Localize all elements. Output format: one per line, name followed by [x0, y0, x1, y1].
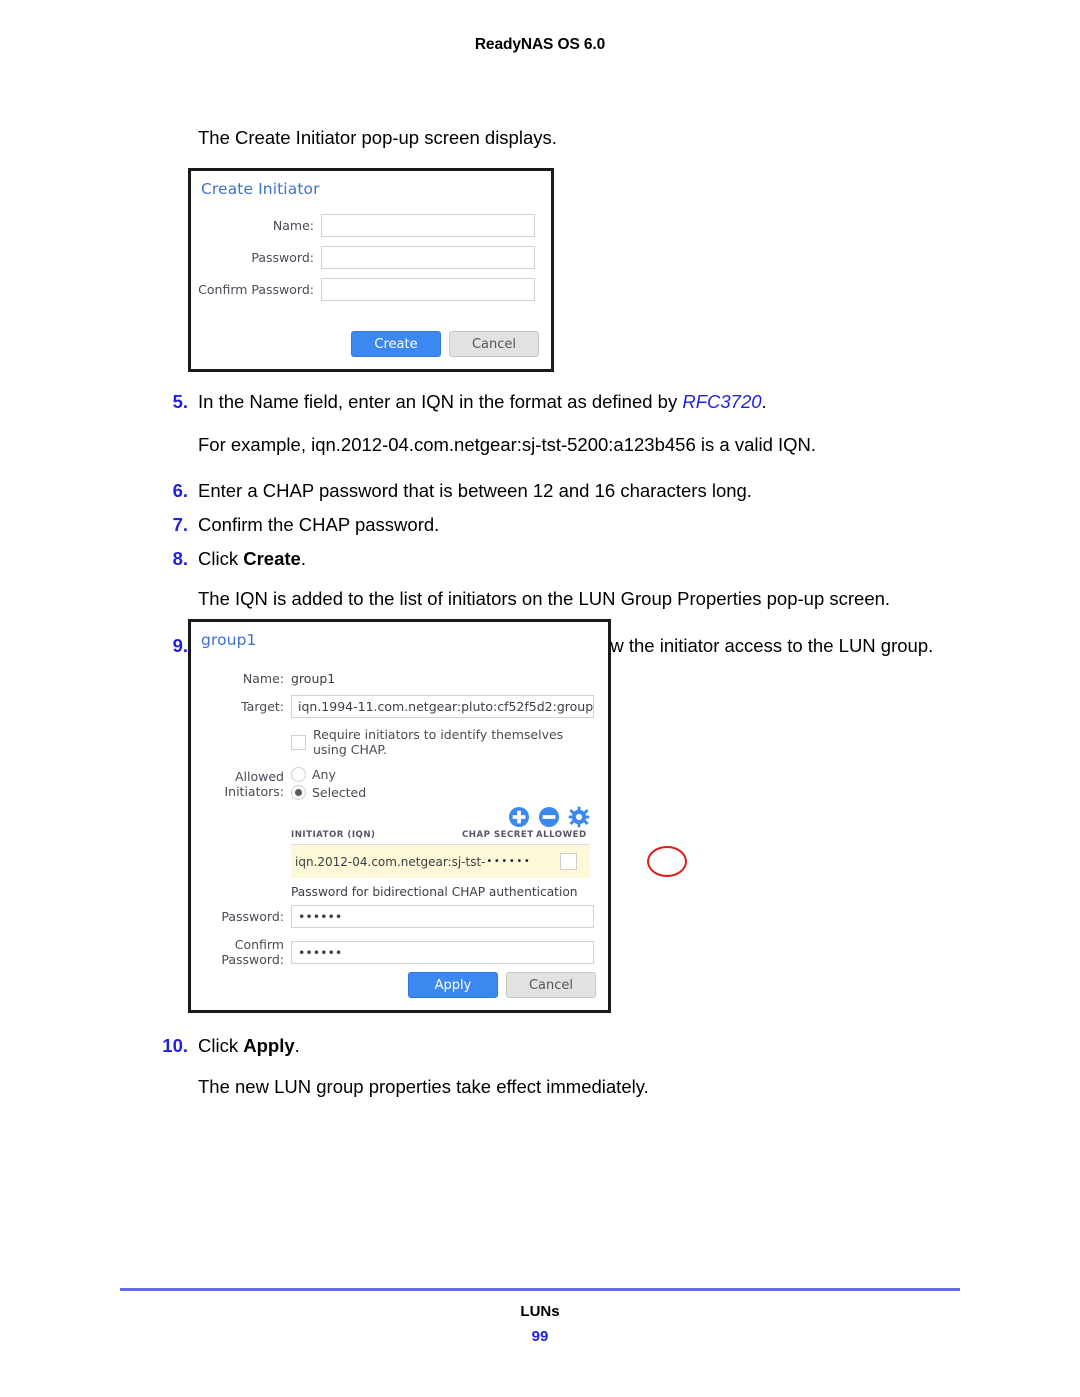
allowed-initiators-label: Allowed Initiators: [224, 768, 284, 799]
column-header-iqn[interactable]: INITIATOR (IQN) [291, 830, 462, 840]
step-6: 6. Enter a CHAP password that is between… [158, 477, 966, 506]
steps-block-lower: 10. Click Apply. The new LUN group prope… [158, 1032, 966, 1107]
column-header-allowed[interactable]: ALLOWED [536, 830, 590, 840]
confirm-password-label: Confirm Password: [198, 282, 314, 297]
password-field-row: Password: [191, 246, 535, 269]
confirm-password-input[interactable] [321, 278, 535, 301]
allowed-initiators-row: Allowed Initiators: Any Selected [191, 767, 594, 800]
cancel-button[interactable]: Cancel [449, 331, 539, 357]
step-7: 7. Confirm the CHAP password. [158, 511, 966, 540]
target-input[interactable]: iqn.1994-11.com.netgear:pluto:cf52f5d2:g… [291, 695, 594, 718]
require-chap-label: Require initiators to identify themselve… [313, 727, 564, 757]
step-10-suffix: . [294, 1035, 300, 1056]
radio-option-selected[interactable]: Selected [291, 785, 366, 800]
step-8-text: Click Create. [198, 545, 966, 574]
name-label: Name: [272, 218, 314, 233]
table-row[interactable]: iqn.2012-04.com.netgear:sj-tst-5200:... … [291, 845, 687, 878]
initiators-table: INITIATOR (IQN) CHAP SECRET ALLOWED iqn.… [291, 830, 687, 878]
apply-bold-word: Apply [243, 1035, 295, 1056]
settings-gear-icon[interactable] [568, 806, 590, 828]
intro-paragraph: The Create Initiator pop-up screen displ… [198, 127, 557, 148]
name-input[interactable] [321, 214, 535, 237]
create-initiator-dialog: Create Initiator Name: Password: Confirm… [188, 168, 554, 372]
require-chap-row[interactable]: Require initiators to identify themselve… [191, 727, 594, 757]
selected-radio[interactable] [291, 785, 306, 800]
after-apply-paragraph: The new LUN group properties take effect… [198, 1075, 649, 1097]
step-10: 10. Click Apply. [158, 1032, 966, 1061]
step-10-text: Click Apply. [198, 1032, 966, 1061]
step-5-text: In the Name field, enter an IQN in the f… [198, 388, 966, 417]
step-8-prefix: Click [198, 547, 244, 569]
target-row: Target: iqn.1994-11.com.netgear:pluto:cf… [191, 695, 594, 718]
running-head: ReadyNAS OS 6.0 [474, 36, 606, 53]
step-5-prefix: In the Name field, enter an IQN in the f… [198, 391, 683, 412]
lg-confirm-password-label: Confirm Password: [221, 937, 284, 967]
footer-page-number: 99 [531, 1328, 549, 1345]
remove-circle-icon[interactable] [538, 806, 560, 828]
create-initiator-button-bar: Create Cancel [351, 331, 539, 357]
cell-chap-secret: •••••• [486, 856, 532, 867]
initiators-table-header: INITIATOR (IQN) CHAP SECRET ALLOWED [291, 830, 590, 845]
step-8-number: 8. [172, 547, 188, 569]
step-5-suffix: . [761, 391, 767, 412]
step-8-suffix: . [300, 547, 306, 569]
group-name-row: Name: group1 [191, 671, 594, 686]
step-5-number: 5. [172, 391, 188, 412]
radio-option-any[interactable]: Any [291, 767, 366, 782]
lun-group-properties-dialog: group1 Name: group1 Target: iqn.1994-11.… [188, 619, 687, 1013]
create-bold-word: Create [243, 547, 301, 569]
step-7-text: Confirm the CHAP password. [198, 514, 440, 536]
password-label: Password: [251, 250, 314, 265]
step-10-number: 10. [162, 1035, 188, 1056]
rfc3720-link[interactable]: RFC3720 [682, 391, 761, 412]
step-7-number: 7. [172, 514, 188, 536]
red-circle-annotation [647, 846, 687, 877]
any-radio[interactable] [291, 767, 306, 782]
name-field-row: Name: [191, 214, 535, 237]
create-initiator-title: Create Initiator [201, 180, 320, 198]
page-content: The Create Initiator pop-up screen displ… [158, 124, 966, 159]
cell-allowed [546, 853, 590, 870]
cell-iqn: iqn.2012-04.com.netgear:sj-tst-5200:... [295, 854, 486, 869]
lg-confirm-password-input[interactable]: •••••• [291, 940, 594, 964]
initiator-toolbar [191, 806, 594, 828]
allowed-checkbox[interactable] [559, 853, 577, 870]
create-button[interactable]: Create [351, 331, 441, 357]
lg-password-input[interactable]: •••••• [291, 905, 594, 928]
lun-group-title: group1 [201, 631, 257, 649]
confirm-password-field-row: Confirm Password: [191, 278, 535, 301]
column-header-chap-secret[interactable]: CHAP SECRET [462, 830, 536, 840]
footer-section-label: LUNs [520, 1303, 560, 1320]
footer-rule [120, 1288, 960, 1291]
selected-radio-label: Selected [312, 785, 367, 800]
lun-group-form: Name: group1 Target: iqn.1994-11.com.net… [191, 649, 687, 967]
group-name-label: Name: [242, 671, 284, 686]
allowed-initiators-radio-group: Any Selected [291, 767, 366, 800]
step-10-prefix: Click [198, 1035, 244, 1056]
target-label: Target: [241, 699, 284, 714]
group-name-value: group1 [291, 671, 336, 686]
example-paragraph: For example, iqn.2012-04.com.netgear:sj-… [198, 433, 817, 455]
after-create-paragraph: The IQN is added to the list of initiato… [198, 588, 891, 610]
step-6-text: Enter a CHAP password that is between 12… [198, 480, 752, 502]
lg-password-label: Password: [221, 909, 284, 924]
lg-confirm-password-row: Confirm Password: •••••• [191, 937, 594, 967]
lg-cancel-button[interactable]: Cancel [506, 972, 596, 998]
lun-group-button-bar: Apply Cancel [408, 972, 596, 998]
step-5: 5. In the Name field, enter an IQN in th… [158, 388, 966, 417]
step-6-number: 6. [172, 480, 188, 502]
password-input[interactable] [321, 246, 535, 269]
apply-button[interactable]: Apply [408, 972, 498, 998]
lg-password-row: Password: •••••• [191, 905, 594, 928]
any-radio-label: Any [312, 767, 336, 782]
create-initiator-form: Name: Password: Confirm Password: [191, 198, 551, 301]
bidirectional-chap-hint: Password for bidirectional CHAP authenti… [291, 885, 578, 899]
step-8: 8. Click Create. [158, 545, 966, 574]
add-circle-icon[interactable] [508, 806, 530, 828]
require-chap-checkbox[interactable] [291, 734, 306, 750]
